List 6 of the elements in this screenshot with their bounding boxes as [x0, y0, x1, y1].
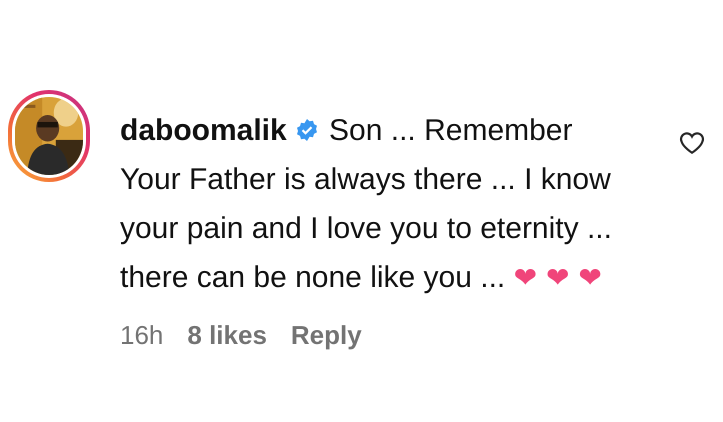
timestamp: 16h: [120, 319, 164, 352]
username-link[interactable]: daboomalik: [120, 114, 287, 147]
likes-count[interactable]: 8 likes: [187, 316, 267, 355]
reply-link[interactable]: Reply: [290, 316, 362, 355]
heart-icon[interactable]: [679, 130, 705, 156]
comment-text: daboomalik Son ... Remember Your Father is always there ... I know your pain and I love you to eternity ... there can be none like you ... ❤ ❤ ❤: [120, 113, 613, 296]
